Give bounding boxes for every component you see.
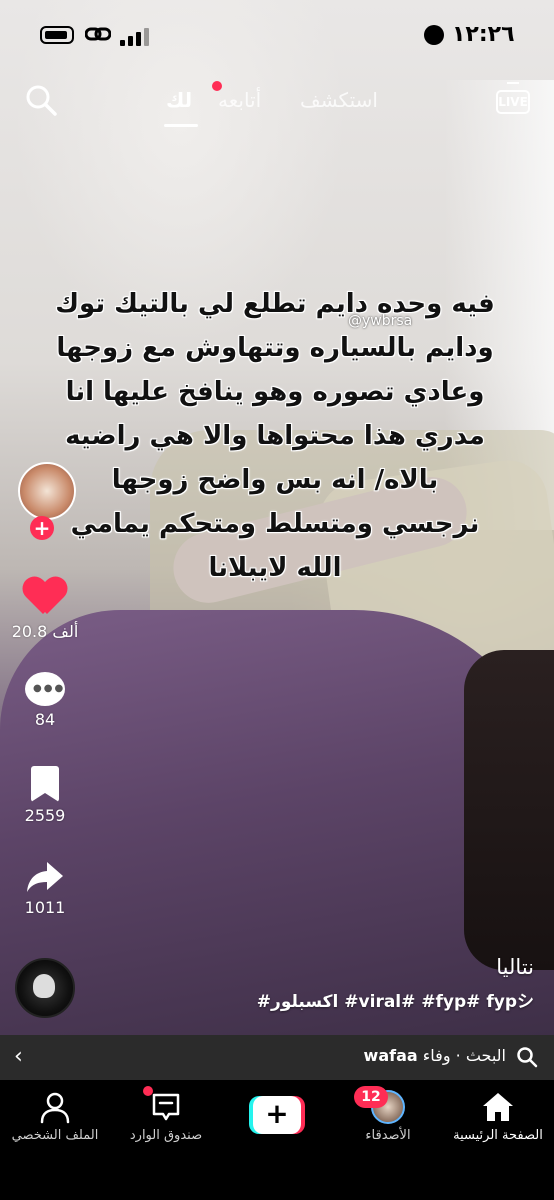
tab-explore[interactable]: استكشف [300,88,378,112]
follow-button[interactable]: + [30,516,54,540]
tab-active-underline [164,124,198,127]
inbox-notification-dot [143,1086,153,1096]
heart-icon [23,578,67,618]
overlay-line: ودايم بالسياره وتتهاوش مع زوجها [56,333,494,363]
overlay-line: وعادي تصوره وهو ينافخ عليها انا [65,377,485,407]
create-plus-icon: + [249,1096,305,1134]
nav-friends-label: الأصدقاء [365,1128,411,1143]
comment-button[interactable]: ●●● 84 [0,672,90,729]
video-watermark: @ywbrsa [348,313,413,329]
tab-following[interactable]: أتابعه [218,88,261,112]
comment-icon: ●●● [25,672,65,706]
like-count: 20.8 ألف [11,622,79,641]
related-search-text: البحث · وفاء wafaa [364,1046,506,1065]
live-icon[interactable]: LIVE [496,82,534,118]
nav-profile[interactable]: الملف الشخصي [0,1090,110,1143]
search-icon [516,1046,538,1068]
video-player[interactable]: ١٢:٢٦ لك أتابعه استكشف LIVE فيه وحده داي… [0,0,554,1035]
comment-count: 84 [34,710,56,729]
caption-hashtags[interactable]: #اكسبلور #viral# #fyp# fypシ [174,987,534,1012]
live-label: LIVE [496,90,530,114]
battery-icon [40,26,74,44]
overlay-line: مدري هذا محتواها والا هي راضيه [65,421,485,451]
related-search-bar[interactable]: ‹ البحث · وفاء wafaa [0,1035,554,1080]
inbox-icon [149,1090,183,1124]
status-bar: ١٢:٢٦ [0,0,554,60]
globe-icon [424,25,444,45]
notification-dot [212,81,222,91]
home-icon [481,1090,515,1124]
share-count: 1011 [24,898,66,917]
friends-badge: 12 [354,1086,388,1108]
related-search-label: البحث · وفاء [422,1046,506,1065]
nav-home-label: الصفحة الرئيسية [453,1128,543,1143]
video-hair [464,650,554,970]
signal-icon [120,26,152,46]
overlay-line: نرجسي ومتسلط ومتحكم يمامي [70,509,480,539]
nav-inbox[interactable]: صندوق الوارد [111,1090,221,1143]
bookmark-icon [31,766,59,802]
top-nav: لك أتابعه استكشف LIVE [0,80,554,130]
like-button[interactable]: 20.8 ألف [0,578,90,641]
profile-icon [38,1090,72,1124]
creator-username[interactable]: نتاليا [174,955,534,979]
overlay-line: الله لايبلانا [208,553,342,583]
bookmark-button[interactable]: 2559 [0,766,90,825]
create-plus-symbol: + [253,1096,301,1134]
music-disc-icon[interactable] [15,958,75,1018]
creator-avatar[interactable] [18,462,76,520]
bookmark-count: 2559 [24,806,66,825]
nav-create[interactable]: + [222,1090,332,1134]
bottom-nav: الصفحة الرئيسية الأصدقاء 12 + صندوق الوا… [0,1080,554,1200]
overlay-line: بالاه/ انه بس واضح زوجها [111,465,439,495]
status-time: ١٢:٢٦ [452,22,515,47]
link-icon [84,24,112,46]
video-caption: نتاليا #اكسبلور #viral# #fyp# fypシ [174,955,534,1012]
nav-home[interactable]: الصفحة الرئيسية [443,1090,553,1143]
video-overlay-text: فيه وحده دايم تطلع لي بالتيك توك ودايم ب… [30,282,520,590]
overlay-line: فيه وحده دايم تطلع لي بالتيك توك [55,289,495,319]
nav-inbox-label: صندوق الوارد [129,1128,203,1143]
search-icon[interactable] [24,83,58,117]
related-search-query: wafaa [363,1046,418,1065]
nav-profile-label: الملف الشخصي [11,1128,99,1143]
chevron-left-icon[interactable]: ‹ [14,1044,23,1069]
nav-friends[interactable]: الأصدقاء [333,1090,443,1143]
tab-for-you[interactable]: لك [166,88,192,112]
share-icon [25,860,65,894]
share-button[interactable]: 1011 [0,860,90,917]
